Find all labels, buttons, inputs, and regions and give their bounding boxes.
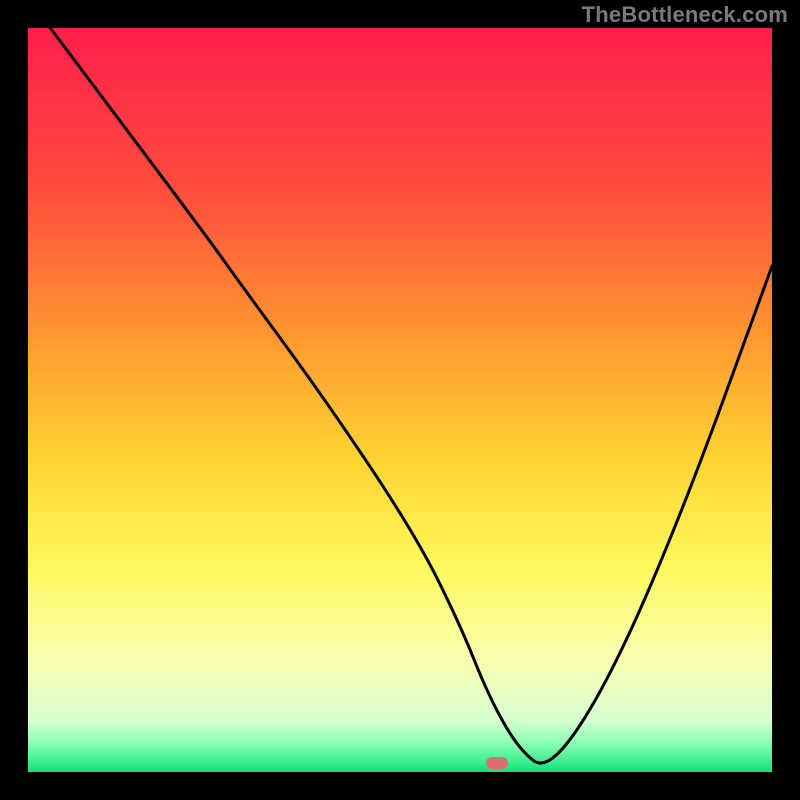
bottleneck-curve <box>28 28 772 772</box>
chart-frame: TheBottleneck.com <box>0 0 800 800</box>
optimal-point-marker <box>486 757 508 769</box>
watermark-text: TheBottleneck.com <box>582 2 788 28</box>
plot-area <box>28 28 772 772</box>
